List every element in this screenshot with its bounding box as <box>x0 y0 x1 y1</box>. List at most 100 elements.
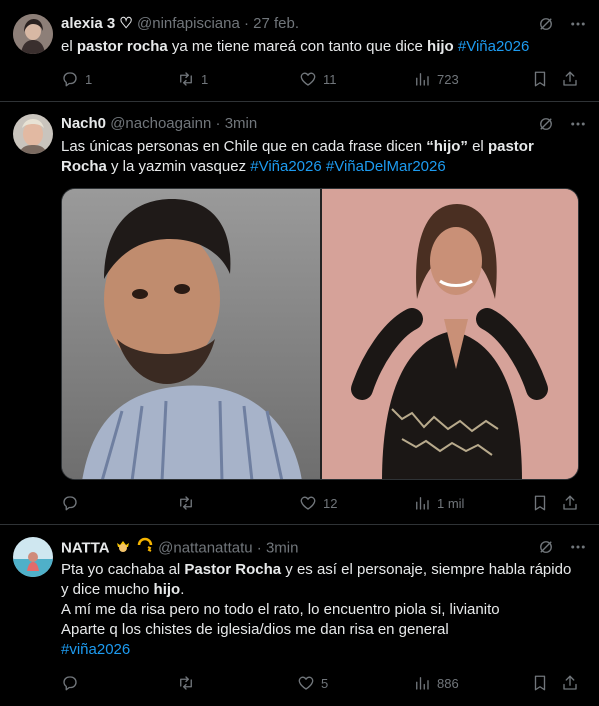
separator: · <box>215 115 221 132</box>
tweet-text: el pastor rocha ya me tiene mareá con ta… <box>61 37 585 57</box>
avatar-image <box>13 537 53 577</box>
bookmark-icon <box>531 70 549 88</box>
author-name[interactable]: Nach0 <box>61 115 106 132</box>
share-button[interactable] <box>561 671 579 695</box>
hashtag-link[interactable]: #Viña2026 <box>458 38 529 55</box>
text-bold: hijo <box>153 581 181 598</box>
author-name[interactable]: alexia 3 ♡ <box>61 15 133 32</box>
retweet-button[interactable]: 1 <box>177 67 208 91</box>
views-count: 723 <box>437 71 459 87</box>
more-options-icon[interactable] <box>569 538 587 556</box>
share-button[interactable] <box>561 491 579 515</box>
text-bold: Rocha <box>61 158 107 175</box>
tweet[interactable]: alexia 3 ♡ @ninfapisciana · 27 feb. el p… <box>0 0 599 102</box>
like-button[interactable]: 5 <box>297 671 328 695</box>
retweet-icon <box>177 494 195 512</box>
media-grid <box>61 188 579 480</box>
photo-right[interactable] <box>322 189 578 479</box>
hashtag-link[interactable]: #Viña2026 <box>250 158 321 175</box>
action-bar: 5 886 <box>61 671 585 695</box>
dizzy-emoji-icon <box>136 536 154 561</box>
text-line: y dice mucho hijo. <box>61 580 585 600</box>
hashtag-link[interactable]: #viña2026 <box>61 640 585 660</box>
tweet-header: Nach0 @nachoagainn · 3min <box>61 113 587 135</box>
text-segment: el <box>61 38 77 55</box>
text-segment: ya me tiene mareá con tanto que dice <box>167 38 428 55</box>
text-bold: “hijo” <box>426 138 468 155</box>
text-segment: Pta yo cachaba al <box>61 561 185 578</box>
views-button[interactable]: 886 <box>413 671 459 695</box>
more-options-icon[interactable] <box>569 115 587 133</box>
share-button[interactable] <box>561 67 579 91</box>
tweet-text: Pta yo cachaba al Pastor Rocha y es así … <box>61 560 585 660</box>
views-button[interactable]: 1 mil <box>413 491 464 515</box>
avatar[interactable] <box>13 114 53 154</box>
text-line: Pta yo cachaba al Pastor Rocha y es así … <box>61 560 585 580</box>
text-segment: el <box>467 138 488 155</box>
photo-left[interactable] <box>62 189 320 479</box>
hashtag-link[interactable]: #ViñaDelMar2026 <box>326 158 446 175</box>
grok-icon[interactable] <box>537 538 555 556</box>
text-bold: pastor rocha <box>76 38 168 55</box>
author-handle[interactable]: @nachoagainn <box>110 115 211 132</box>
action-bar: 1 1 11 723 <box>61 67 585 91</box>
reply-button[interactable] <box>61 491 85 515</box>
photo-man <box>62 189 320 479</box>
author-handle[interactable]: @nattanattatu <box>158 539 252 556</box>
avatar-image <box>13 14 53 54</box>
reply-icon <box>61 70 79 88</box>
retweet-count: 1 <box>201 71 209 87</box>
text-segment: Las únicas personas en Chile que en cada… <box>61 138 427 155</box>
avatar-image <box>13 114 53 154</box>
like-icon <box>299 70 317 88</box>
text-bold: pastor <box>487 138 534 155</box>
author-name[interactable]: NATTA <box>61 539 110 556</box>
text-segment: y la yazmin vasquez <box>106 158 251 175</box>
tweet[interactable]: Nach0 @nachoagainn · 3min Las únicas per… <box>0 102 599 525</box>
tweet-header: NATTA @nattanattatu · 3min <box>61 536 587 558</box>
like-button[interactable]: 12 <box>299 491 337 515</box>
views-button[interactable]: 723 <box>413 67 459 91</box>
princess-emoji-icon <box>114 536 132 561</box>
photo-woman <box>322 189 578 479</box>
retweet-button[interactable] <box>177 671 201 695</box>
bookmark-icon <box>531 494 549 512</box>
tweet-text: Las únicas personas en Chile que en cada… <box>61 137 585 177</box>
reply-button[interactable] <box>61 671 85 695</box>
text-bold: hijo <box>427 38 454 55</box>
more-options-icon[interactable] <box>569 15 587 33</box>
tweet[interactable]: NATTA @nattanattatu · 3min Pta yo cachab… <box>0 525 599 706</box>
timestamp[interactable]: 3min <box>266 539 299 556</box>
timestamp[interactable]: 3min <box>225 115 258 132</box>
grok-icon[interactable] <box>537 115 555 133</box>
bookmark-icon <box>531 674 549 692</box>
action-bar: 12 1 mil <box>61 491 585 515</box>
share-icon <box>561 674 579 692</box>
like-icon <box>299 494 317 512</box>
separator: · <box>243 15 249 32</box>
reply-button[interactable]: 1 <box>61 67 92 91</box>
like-count: 5 <box>321 675 329 691</box>
author-handle[interactable]: @ninfapisciana <box>137 15 240 32</box>
grok-icon[interactable] <box>537 15 555 33</box>
retweet-button[interactable] <box>177 491 201 515</box>
text-line: A mí me da risa pero no todo el rato, lo… <box>61 601 500 618</box>
tweet-header: alexia 3 ♡ @ninfapisciana · 27 feb. <box>61 13 587 35</box>
views-count: 886 <box>437 675 459 691</box>
avatar[interactable] <box>13 537 53 577</box>
reply-icon <box>61 674 79 692</box>
bookmark-button[interactable] <box>531 671 549 695</box>
share-icon <box>561 70 579 88</box>
views-icon <box>413 674 431 692</box>
avatar[interactable] <box>13 14 53 54</box>
text-segment: . <box>180 581 185 598</box>
text-line: Rocha y la yazmin vasquez #Viña2026 #Viñ… <box>61 157 585 177</box>
reply-icon <box>61 494 79 512</box>
like-button[interactable]: 11 <box>299 67 337 91</box>
retweet-icon <box>177 70 195 88</box>
like-icon <box>297 674 315 692</box>
like-count: 11 <box>323 71 337 87</box>
timestamp[interactable]: 27 feb. <box>253 15 299 32</box>
bookmark-button[interactable] <box>531 491 549 515</box>
bookmark-button[interactable] <box>531 67 549 91</box>
